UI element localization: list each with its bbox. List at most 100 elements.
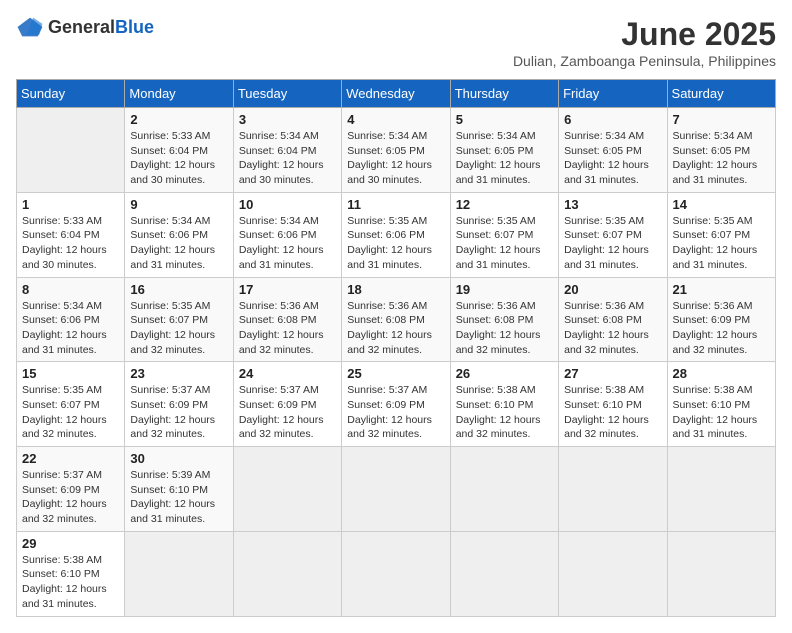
day-detail: Sunrise: 5:38 AMSunset: 6:10 PMDaylight:… <box>456 384 541 440</box>
day-number: 25 <box>347 366 444 381</box>
calendar-cell <box>233 531 341 616</box>
day-detail: Sunrise: 5:34 AMSunset: 6:05 PMDaylight:… <box>456 130 541 186</box>
calendar-cell: 9Sunrise: 5:34 AMSunset: 6:06 PMDaylight… <box>125 192 233 277</box>
day-detail: Sunrise: 5:33 AMSunset: 6:04 PMDaylight:… <box>22 215 107 271</box>
day-number: 13 <box>564 197 661 212</box>
day-number: 23 <box>130 366 227 381</box>
day-number: 10 <box>239 197 336 212</box>
day-detail: Sunrise: 5:38 AMSunset: 6:10 PMDaylight:… <box>564 384 649 440</box>
day-detail: Sunrise: 5:37 AMSunset: 6:09 PMDaylight:… <box>130 384 215 440</box>
calendar-cell: 25 Sunrise: 5:37 AMSunset: 6:09 PMDayligh… <box>342 362 450 447</box>
day-detail: Sunrise: 5:37 AMSunset: 6:09 PMDaylight:… <box>347 384 432 440</box>
calendar-cell: 14 Sunrise: 5:35 AMSunset: 6:07 PMDayligh… <box>667 192 775 277</box>
calendar-cell: 15 Sunrise: 5:35 AMSunset: 6:07 PMDayligh… <box>17 362 125 447</box>
logo-icon <box>16 16 44 38</box>
calendar-cell: 30 Sunrise: 5:39 AMSunset: 6:10 PMDayligh… <box>125 447 233 532</box>
calendar-cell <box>233 447 341 532</box>
day-detail: Sunrise: 5:36 AMSunset: 6:08 PMDaylight:… <box>347 300 432 356</box>
calendar-cell: 7 Sunrise: 5:34 AMSunset: 6:05 PMDaylight… <box>667 108 775 193</box>
calendar-cell: 4Sunrise: 5:34 AMSunset: 6:05 PMDaylight… <box>342 108 450 193</box>
calendar-cell <box>559 531 667 616</box>
calendar-cell: 21Sunrise: 5:36 AMSunset: 6:09 PMDayligh… <box>667 277 775 362</box>
calendar-cell: 22Sunrise: 5:37 AMSunset: 6:09 PMDayligh… <box>17 447 125 532</box>
day-detail: Sunrise: 5:34 AMSunset: 6:06 PMDaylight:… <box>239 215 324 271</box>
calendar-cell: 1 Sunrise: 5:33 AMSunset: 6:04 PMDaylight… <box>17 192 125 277</box>
calendar-week-row: 1 Sunrise: 5:33 AMSunset: 6:04 PMDaylight… <box>17 192 776 277</box>
day-number: 11 <box>347 197 444 212</box>
day-detail: Sunrise: 5:39 AMSunset: 6:10 PMDaylight:… <box>130 469 215 525</box>
day-number: 15 <box>22 366 119 381</box>
day-detail: Sunrise: 5:36 AMSunset: 6:08 PMDaylight:… <box>456 300 541 356</box>
calendar-cell: 29Sunrise: 5:38 AMSunset: 6:10 PMDayligh… <box>17 531 125 616</box>
day-number: 14 <box>673 197 770 212</box>
day-number: 29 <box>22 536 119 551</box>
day-detail: Sunrise: 5:34 AMSunset: 6:05 PMDaylight:… <box>673 130 758 186</box>
col-friday: Friday <box>559 80 667 108</box>
calendar-cell: 23 Sunrise: 5:37 AMSunset: 6:09 PMDayligh… <box>125 362 233 447</box>
calendar-cell: 5Sunrise: 5:34 AMSunset: 6:05 PMDaylight… <box>450 108 558 193</box>
day-number: 6 <box>564 112 661 127</box>
day-number: 19 <box>456 282 553 297</box>
day-detail: Sunrise: 5:34 AMSunset: 6:04 PMDaylight:… <box>239 130 324 186</box>
day-detail: Sunrise: 5:36 AMSunset: 6:08 PMDaylight:… <box>239 300 324 356</box>
logo-text-general: General <box>48 17 115 38</box>
day-number: 7 <box>673 112 770 127</box>
day-number: 8 <box>22 282 119 297</box>
day-detail: Sunrise: 5:34 AMSunset: 6:05 PMDaylight:… <box>347 130 432 186</box>
day-detail: Sunrise: 5:34 AMSunset: 6:06 PMDaylight:… <box>130 215 215 271</box>
day-detail: Sunrise: 5:35 AMSunset: 6:06 PMDaylight:… <box>347 215 432 271</box>
col-sunday: Sunday <box>17 80 125 108</box>
calendar-cell: 2Sunrise: 5:33 AMSunset: 6:04 PMDaylight… <box>125 108 233 193</box>
header: GeneralBlue June 2025 Dulian, Zamboanga … <box>16 16 776 69</box>
calendar-cell: 17 Sunrise: 5:36 AMSunset: 6:08 PMDayligh… <box>233 277 341 362</box>
day-number: 20 <box>564 282 661 297</box>
day-detail: Sunrise: 5:37 AMSunset: 6:09 PMDaylight:… <box>239 384 324 440</box>
day-number: 1 <box>22 197 119 212</box>
calendar-cell: 19 Sunrise: 5:36 AMSunset: 6:08 PMDayligh… <box>450 277 558 362</box>
calendar-week-row: 15 Sunrise: 5:35 AMSunset: 6:07 PMDayligh… <box>17 362 776 447</box>
day-detail: Sunrise: 5:35 AMSunset: 6:07 PMDaylight:… <box>673 215 758 271</box>
day-detail: Sunrise: 5:34 AMSunset: 6:05 PMDaylight:… <box>564 130 649 186</box>
calendar-cell: 20Sunrise: 5:36 AMSunset: 6:08 PMDayligh… <box>559 277 667 362</box>
day-number: 28 <box>673 366 770 381</box>
day-number: 24 <box>239 366 336 381</box>
day-detail: Sunrise: 5:35 AMSunset: 6:07 PMDaylight:… <box>22 384 107 440</box>
calendar-cell <box>342 447 450 532</box>
calendar-cell <box>450 447 558 532</box>
logo-text-blue: Blue <box>115 17 154 38</box>
calendar-cell <box>125 531 233 616</box>
calendar-table: Sunday Monday Tuesday Wednesday Thursday… <box>16 79 776 617</box>
day-number: 16 <box>130 282 227 297</box>
calendar-cell: 3Sunrise: 5:34 AMSunset: 6:04 PMDaylight… <box>233 108 341 193</box>
calendar-week-row: 2Sunrise: 5:33 AMSunset: 6:04 PMDaylight… <box>17 108 776 193</box>
calendar-cell: 27Sunrise: 5:38 AMSunset: 6:10 PMDayligh… <box>559 362 667 447</box>
calendar-week-row: 29Sunrise: 5:38 AMSunset: 6:10 PMDayligh… <box>17 531 776 616</box>
calendar-cell: 26 Sunrise: 5:38 AMSunset: 6:10 PMDayligh… <box>450 362 558 447</box>
calendar-cell: 13 Sunrise: 5:35 AMSunset: 6:07 PMDayligh… <box>559 192 667 277</box>
calendar-week-row: 22Sunrise: 5:37 AMSunset: 6:09 PMDayligh… <box>17 447 776 532</box>
calendar-cell <box>667 531 775 616</box>
col-monday: Monday <box>125 80 233 108</box>
title-section: June 2025 Dulian, Zamboanga Peninsula, P… <box>513 16 776 69</box>
calendar-title: June 2025 <box>513 16 776 53</box>
calendar-cell: 16Sunrise: 5:35 AMSunset: 6:07 PMDayligh… <box>125 277 233 362</box>
calendar-cell: 28 Sunrise: 5:38 AMSunset: 6:10 PMDayligh… <box>667 362 775 447</box>
col-thursday: Thursday <box>450 80 558 108</box>
calendar-cell <box>450 531 558 616</box>
day-number: 30 <box>130 451 227 466</box>
calendar-cell: 8Sunrise: 5:34 AMSunset: 6:06 PMDaylight… <box>17 277 125 362</box>
day-number: 12 <box>456 197 553 212</box>
logo: GeneralBlue <box>16 16 154 38</box>
calendar-week-row: 8Sunrise: 5:34 AMSunset: 6:06 PMDaylight… <box>17 277 776 362</box>
day-detail: Sunrise: 5:35 AMSunset: 6:07 PMDaylight:… <box>564 215 649 271</box>
header-row: Sunday Monday Tuesday Wednesday Thursday… <box>17 80 776 108</box>
col-wednesday: Wednesday <box>342 80 450 108</box>
day-number: 26 <box>456 366 553 381</box>
col-saturday: Saturday <box>667 80 775 108</box>
calendar-cell: 6 Sunrise: 5:34 AMSunset: 6:05 PMDaylight… <box>559 108 667 193</box>
calendar-cell: 18Sunrise: 5:36 AMSunset: 6:08 PMDayligh… <box>342 277 450 362</box>
calendar-cell: 11 Sunrise: 5:35 AMSunset: 6:06 PMDayligh… <box>342 192 450 277</box>
day-detail: Sunrise: 5:33 AMSunset: 6:04 PMDaylight:… <box>130 130 215 186</box>
day-number: 17 <box>239 282 336 297</box>
day-detail: Sunrise: 5:38 AMSunset: 6:10 PMDaylight:… <box>673 384 758 440</box>
